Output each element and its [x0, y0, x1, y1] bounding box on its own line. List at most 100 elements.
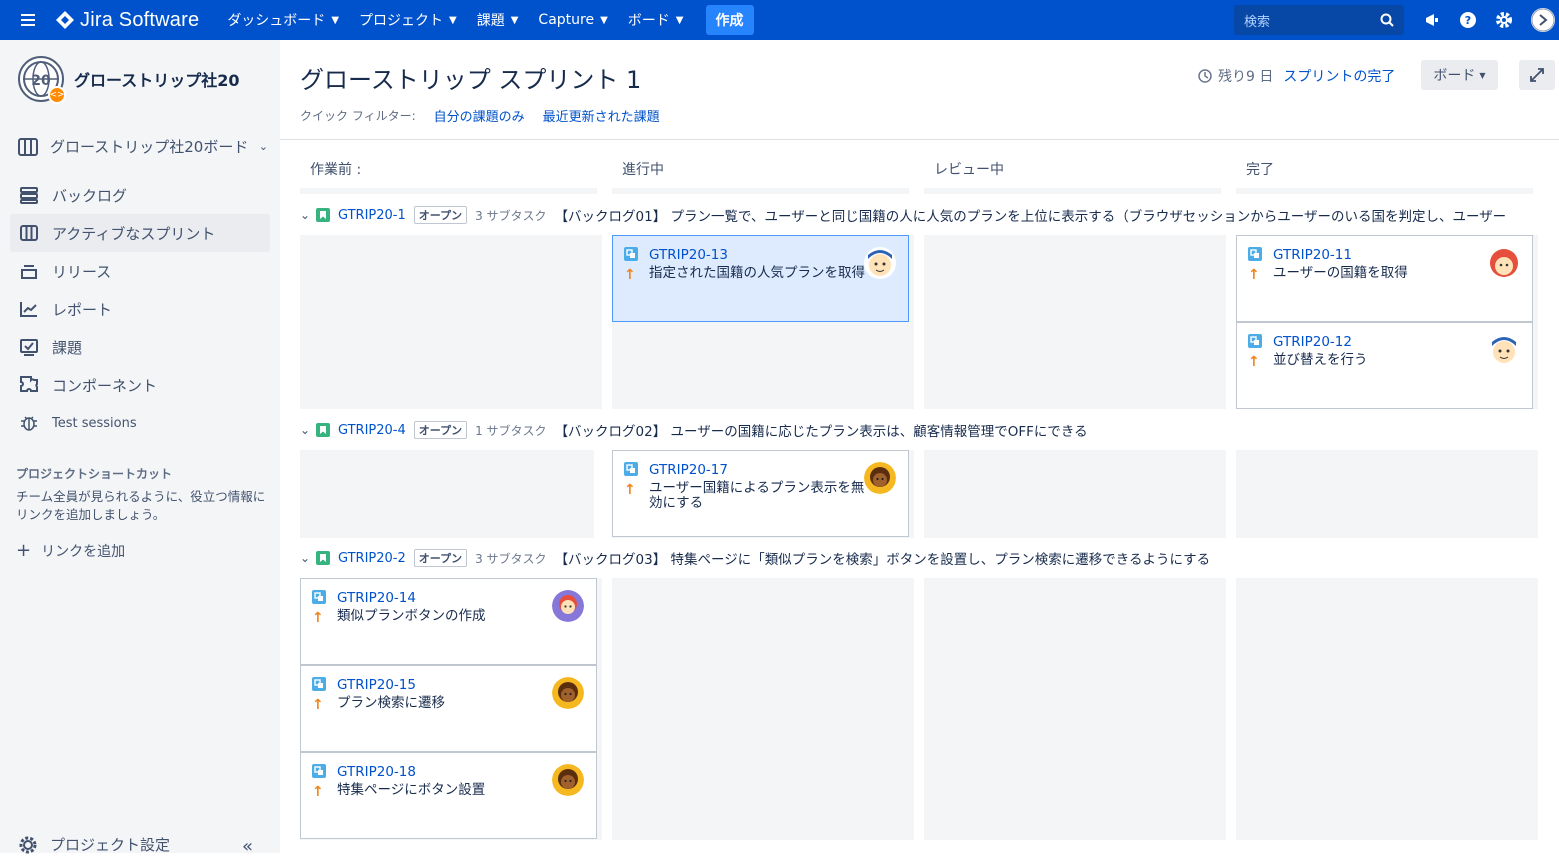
column-cell: [924, 235, 1226, 409]
clock-icon: [1198, 69, 1212, 83]
create-button[interactable]: 作成: [705, 5, 754, 35]
sidebar-item-backlog[interactable]: バックログ: [10, 176, 270, 214]
chevron-down-icon: ⌄: [300, 551, 311, 565]
issue-summary: 並び替えを行う: [1273, 352, 1368, 368]
board-selector[interactable]: グローストリップ社20ボード ⌄: [18, 136, 268, 157]
issue-card[interactable]: GTRIP20-18 ↑ 特集ページにボタン設置: [300, 752, 597, 839]
page-title: グローストリップ スプリント 1: [300, 66, 642, 94]
assignee-avatar: [864, 247, 896, 279]
board-icon: [18, 137, 38, 156]
parent-issue-summary: 【バックログ03】 特集ページに「類似プランを検索」ボタンを設置し、プラン検索に…: [554, 552, 1211, 568]
fullscreen-button[interactable]: [1519, 60, 1555, 90]
issue-key[interactable]: GTRIP20-14: [337, 590, 416, 606]
column-cell: [1236, 578, 1538, 840]
user-avatar[interactable]: [1531, 8, 1555, 32]
issue-summary: ユーザーの国籍を取得: [1273, 265, 1408, 281]
issue-key[interactable]: GTRIP20-12: [1273, 334, 1352, 350]
assignee-avatar: [552, 590, 584, 622]
sidebar-item-issues[interactable]: 課題: [10, 328, 270, 366]
subtask-icon: [312, 677, 326, 691]
parent-issue-summary: 【バックログ01】 プラン一覧で、ユーザーと同じ国籍の人に人気のプランを上位に表…: [554, 209, 1507, 225]
board-menu-button[interactable]: ボード ▼: [1421, 60, 1498, 90]
parent-issue-key[interactable]: GTRIP20-4: [338, 423, 406, 438]
code-badge-icon: <>: [48, 86, 66, 104]
bug-icon: [21, 416, 37, 431]
parent-issue-key[interactable]: GTRIP20-1: [338, 208, 406, 223]
sidebar-item-components[interactable]: コンポーネント: [10, 366, 270, 404]
backlog-icon: [20, 187, 38, 204]
sidebar-item-label: バックログ: [52, 186, 128, 205]
component-icon: [20, 376, 38, 392]
settings-gear-icon[interactable]: [1494, 10, 1514, 30]
menu-boards[interactable]: ボード ▼: [618, 0, 694, 40]
swimlane-header[interactable]: ⌄ GTRIP20-4 オープン 1 サブタスク 【バックログ02】 ユーザーの…: [300, 420, 1540, 440]
quick-filter-label: クイック フィルター:: [300, 109, 416, 123]
assignee-avatar: [1488, 334, 1520, 366]
collapse-sidebar-icon[interactable]: «: [242, 836, 253, 857]
issue-summary: 特集ページにボタン設置: [337, 782, 486, 798]
status-badge: オープン: [413, 421, 468, 439]
menu-label: プロジェクト: [359, 13, 444, 29]
sidebar-nav: バックログ アクティブなスプリント リリース レポート 課題 コンポーネント T…: [10, 176, 270, 442]
issue-key[interactable]: GTRIP20-13: [649, 247, 728, 263]
chevron-down-icon: ⌄: [300, 423, 311, 437]
complete-sprint-link[interactable]: スプリントの完了: [1283, 66, 1395, 86]
shortcuts-heading: プロジェクトショートカット: [16, 467, 173, 481]
issue-card[interactable]: GTRIP20-11 ↑ ユーザーの国籍を取得: [1236, 235, 1533, 322]
menu-issues[interactable]: 課題 ▼: [467, 0, 529, 40]
story-icon: [316, 208, 330, 222]
chevron-down-icon: ▼: [510, 14, 519, 26]
priority-major-icon: ↑: [312, 697, 324, 713]
menu-dashboard[interactable]: ダッシュボード ▼: [217, 0, 349, 40]
swimlane-header[interactable]: ⌄ GTRIP20-2 オープン 3 サブタスク 【バックログ03】 特集ページ…: [300, 548, 1540, 568]
sidebar-item-test-sessions[interactable]: Test sessions: [10, 404, 270, 442]
filter-recently-updated[interactable]: 最近更新された課題: [543, 106, 660, 125]
column-cell: [300, 450, 594, 538]
issue-card[interactable]: GTRIP20-17 ↑ ユーザー国籍によるプラン表示を無効にする: [612, 450, 909, 537]
subtask-count: 3 サブタスク: [475, 208, 547, 223]
issue-card[interactable]: GTRIP20-15 ↑ プラン検索に遷移: [300, 665, 597, 752]
menu-projects[interactable]: プロジェクト ▼: [349, 0, 467, 40]
issue-key[interactable]: GTRIP20-17: [649, 462, 728, 478]
board-icon: [20, 225, 38, 241]
svg-text:?: ?: [1465, 14, 1471, 27]
sidebar-item-label: アクティブなスプリント: [52, 224, 216, 243]
menu-icon[interactable]: [0, 0, 56, 40]
subtask-icon: [312, 590, 326, 604]
menu-label: ダッシュボード: [227, 13, 326, 29]
issue-card[interactable]: GTRIP20-13 ↑ 指定された国籍の人気プランを取得: [612, 235, 909, 322]
subtask-count: 1 サブタスク: [475, 423, 547, 438]
issue-key[interactable]: GTRIP20-11: [1273, 247, 1352, 263]
issue-card[interactable]: GTRIP20-14 ↑ 類似プランボタンの作成: [300, 578, 597, 665]
expand-icon: [1530, 68, 1544, 82]
status-badge: オープン: [413, 549, 468, 567]
project-settings-label: プロジェクト設定: [50, 836, 171, 854]
add-link-button[interactable]: + リンクを追加: [16, 540, 125, 561]
parent-issue-key[interactable]: GTRIP20-2: [338, 551, 406, 566]
sidebar-item-releases[interactable]: リリース: [10, 252, 270, 290]
issue-key[interactable]: GTRIP20-15: [337, 677, 416, 693]
swimlane-header[interactable]: ⌄ GTRIP20-1 オープン 3 サブタスク 【バックログ01】 プラン一覧…: [300, 205, 1540, 225]
project-settings-link[interactable]: プロジェクト設定: [18, 834, 170, 855]
sidebar-item-label: リリース: [52, 262, 112, 281]
filter-my-issues[interactable]: 自分の課題のみ: [434, 106, 525, 125]
jira-logo[interactable]: Jira Software: [56, 9, 199, 32]
column-cell: [1236, 450, 1538, 538]
svg-text:20: 20: [31, 73, 51, 89]
help-icon[interactable]: ?: [1458, 10, 1478, 30]
remaining-days: 残り9 日: [1218, 69, 1274, 85]
issue-card[interactable]: GTRIP20-12 ↑ 並び替えを行う: [1236, 322, 1533, 409]
menu-capture[interactable]: Capture ▼: [528, 0, 617, 40]
sidebar-item-label: Test sessions: [52, 415, 137, 431]
issue-key[interactable]: GTRIP20-18: [337, 764, 416, 780]
issue-summary: 指定された国籍の人気プランを取得: [649, 265, 865, 281]
sidebar-item-reports[interactable]: レポート: [10, 290, 270, 328]
sidebar-item-active-sprint[interactable]: アクティブなスプリント: [10, 214, 270, 252]
search-input[interactable]: 検索: [1234, 5, 1404, 35]
caret-down-icon: ▼: [1479, 70, 1486, 80]
priority-major-icon: ↑: [312, 784, 324, 800]
project-header[interactable]: 20 <> グローストリップ社20: [18, 56, 239, 104]
notifications-icon[interactable]: [1422, 10, 1442, 30]
assignee-avatar: [552, 764, 584, 796]
chevron-down-icon: ▼: [675, 14, 684, 26]
